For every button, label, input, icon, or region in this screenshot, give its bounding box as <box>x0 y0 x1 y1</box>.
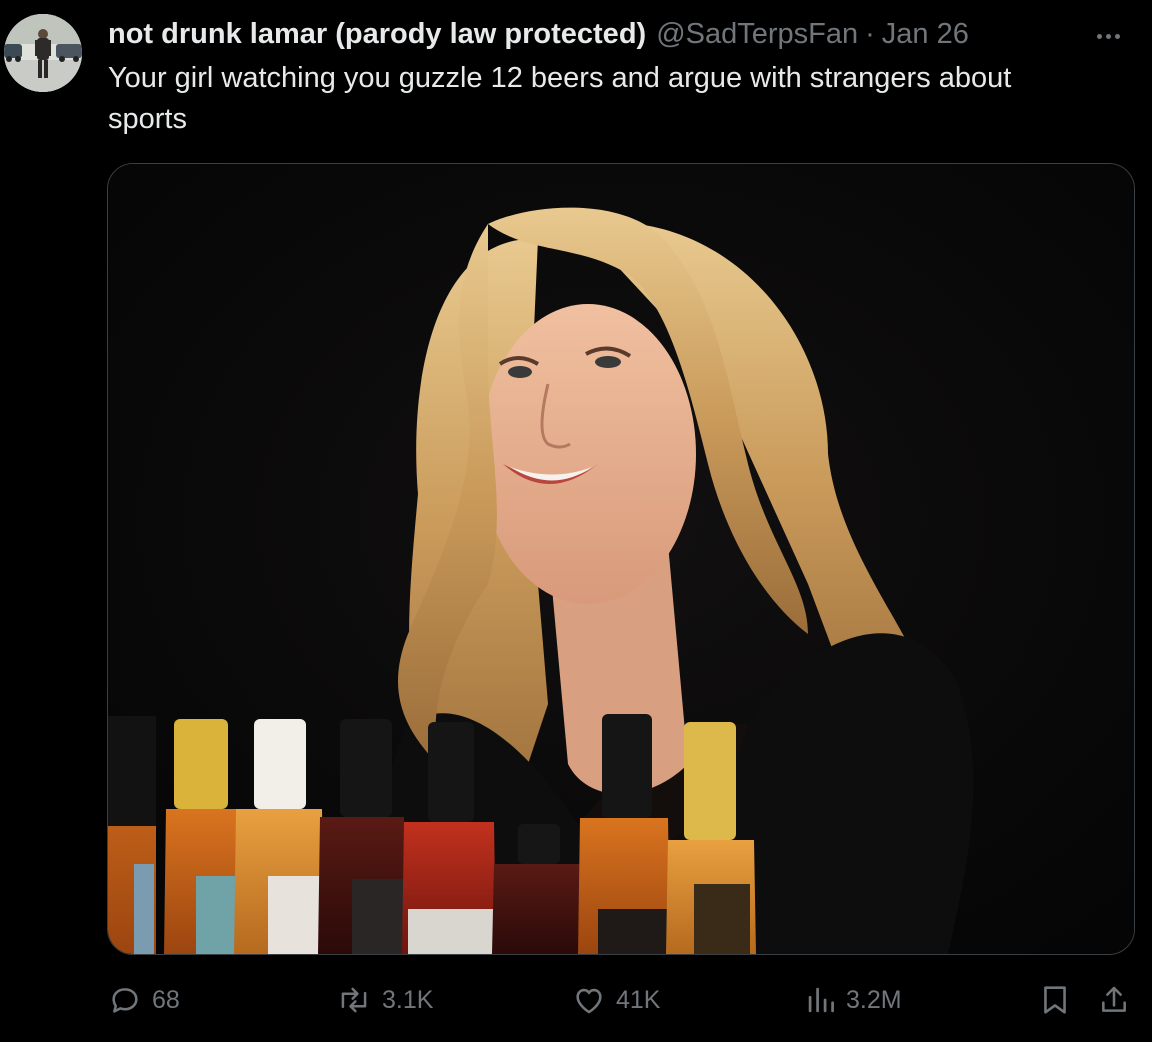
reply-icon <box>112 988 138 1013</box>
tweet: not drunk lamar (parody law protected) @… <box>0 0 1152 1042</box>
header-separator: · <box>865 18 875 50</box>
reply-button[interactable]: 68 <box>108 978 180 1022</box>
reply-count: 68 <box>152 985 180 1014</box>
like-icon <box>576 988 602 1014</box>
bookmark-button[interactable] <box>1040 978 1070 1022</box>
views-count: 3.2M <box>846 985 902 1014</box>
tweet-photo[interactable] <box>107 163 1135 955</box>
repost-button[interactable]: 3.1K <box>336 978 433 1022</box>
repost-count: 3.1K <box>382 985 434 1014</box>
like-button[interactable]: 41K <box>572 978 660 1022</box>
tweet-text: Your girl watching you guzzle 12 beers a… <box>108 62 1012 135</box>
repost-icon <box>341 987 367 1013</box>
photo-image <box>108 164 1134 954</box>
display-name[interactable]: not drunk lamar (parody law protected) <box>108 14 646 54</box>
bookmark-icon <box>1044 986 1066 1014</box>
author-avatar[interactable] <box>4 14 82 92</box>
tweet-header: not drunk lamar (parody law protected) @… <box>108 14 969 54</box>
more-icon[interactable] <box>1086 18 1130 54</box>
views-button[interactable]: 3.2M <box>806 978 902 1022</box>
share-button[interactable] <box>1098 978 1130 1022</box>
views-icon <box>808 987 834 1013</box>
user-handle[interactable]: @SadTerpsFan <box>656 14 858 54</box>
tweet-date[interactable]: Jan 26 <box>882 14 969 54</box>
like-count: 41K <box>616 985 661 1014</box>
action-bar: 68 3.1K 41K 3.2M <box>0 978 1152 1022</box>
share-icon <box>1102 986 1126 1012</box>
